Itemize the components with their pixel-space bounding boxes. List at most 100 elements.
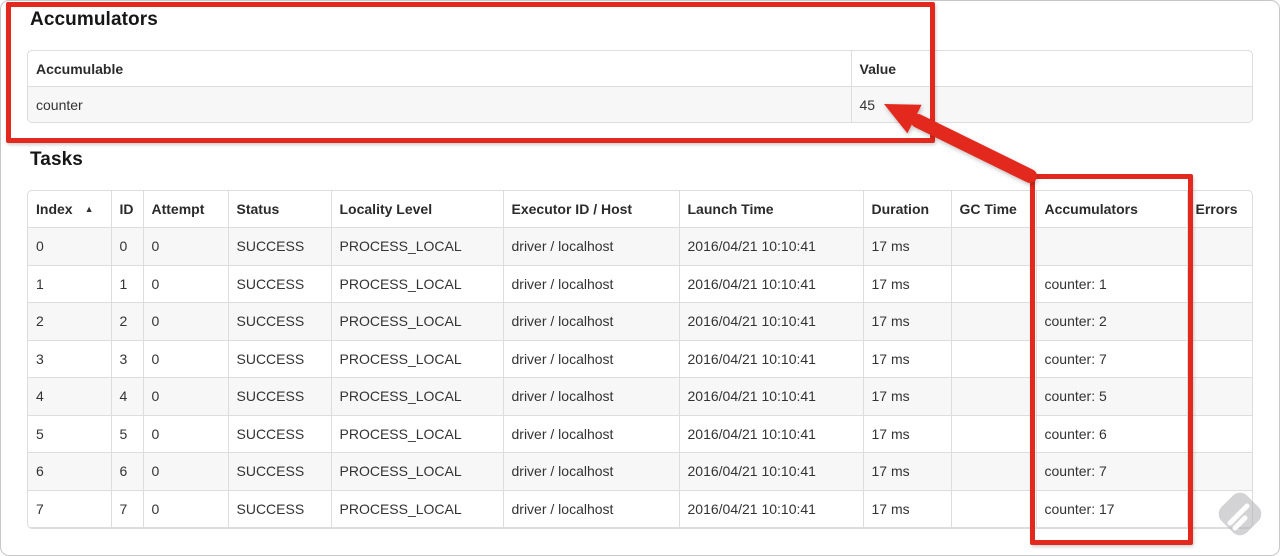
cell-attempt: 0: [143, 490, 229, 528]
cell-launch-time: 2016/04/21 10:10:41: [679, 452, 864, 491]
cell-attempt: 0: [143, 452, 229, 491]
cell-index: 1: [28, 265, 112, 303]
table-row: 7 7 0 SUCCESS PROCESS_LOCAL driver / loc…: [28, 490, 1252, 528]
column-header-duration[interactable]: Duration: [863, 191, 952, 228]
cell-duration: 17 ms: [863, 265, 952, 303]
column-header-errors[interactable]: Errors: [1187, 191, 1252, 228]
cell-errors: [1187, 377, 1252, 416]
cell-errors: [1187, 302, 1252, 341]
cell-locality-level: PROCESS_LOCAL: [331, 265, 504, 303]
cell-status: SUCCESS: [228, 265, 332, 303]
cell-errors: [1187, 265, 1252, 303]
cell-locality-level: PROCESS_LOCAL: [331, 415, 504, 453]
cell-locality-level: PROCESS_LOCAL: [331, 452, 504, 491]
cell-index: 6: [28, 452, 112, 491]
cell-status: SUCCESS: [228, 490, 332, 528]
column-header-value[interactable]: Value: [851, 51, 1252, 87]
column-header-status[interactable]: Status: [228, 191, 332, 228]
cell-status: SUCCESS: [228, 377, 332, 416]
cell-locality-level: PROCESS_LOCAL: [331, 302, 504, 341]
tasks-table: Index ▲ ID Attempt Status Locality Level …: [27, 190, 1253, 529]
cell-accumulable-name: counter: [28, 86, 852, 122]
table-row: 4 4 0 SUCCESS PROCESS_LOCAL driver / loc…: [28, 377, 1252, 416]
cell-gc-time: [951, 340, 1037, 378]
cell-index: 0: [28, 227, 112, 266]
accumulators-table: Accumulable Value counter 45: [27, 50, 1253, 123]
cell-accumulators: counter: 2: [1036, 302, 1188, 341]
cell-id: 5: [111, 415, 144, 453]
column-header-index[interactable]: Index ▲: [28, 191, 112, 228]
cell-accumulators: counter: 6: [1036, 415, 1188, 453]
cell-executor-id-host: driver / localhost: [503, 265, 680, 303]
cell-launch-time: 2016/04/21 10:10:41: [679, 490, 864, 528]
cell-accumulable-value: 45: [851, 86, 1252, 122]
cell-accumulators: counter: 7: [1036, 340, 1188, 378]
cell-duration: 17 ms: [863, 302, 952, 341]
accumulators-header-row: Accumulable Value: [28, 51, 1252, 87]
table-row: 3 3 0 SUCCESS PROCESS_LOCAL driver / loc…: [28, 340, 1252, 378]
cell-errors: [1187, 452, 1252, 491]
cell-executor-id-host: driver / localhost: [503, 377, 680, 416]
cell-executor-id-host: driver / localhost: [503, 227, 680, 266]
table-row: 6 6 0 SUCCESS PROCESS_LOCAL driver / loc…: [28, 452, 1252, 491]
column-header-attempt[interactable]: Attempt: [143, 191, 229, 228]
column-header-accumulable[interactable]: Accumulable: [28, 51, 852, 87]
cell-status: SUCCESS: [228, 340, 332, 378]
column-header-index-label: Index: [36, 201, 73, 217]
cell-status: SUCCESS: [228, 227, 332, 266]
cell-status: SUCCESS: [228, 452, 332, 491]
cell-id: 0: [111, 227, 144, 266]
cell-accumulators: [1036, 227, 1188, 266]
cell-duration: 17 ms: [863, 490, 952, 528]
column-header-executor-id-host[interactable]: Executor ID / Host: [503, 191, 680, 228]
cell-executor-id-host: driver / localhost: [503, 340, 680, 378]
cell-launch-time: 2016/04/21 10:10:41: [679, 377, 864, 416]
cell-gc-time: [951, 377, 1037, 416]
cell-gc-time: [951, 452, 1037, 491]
sort-ascending-icon: ▲: [84, 204, 94, 214]
cell-duration: 17 ms: [863, 340, 952, 378]
column-header-locality-level[interactable]: Locality Level: [331, 191, 504, 228]
cell-launch-time: 2016/04/21 10:10:41: [679, 302, 864, 341]
cell-accumulators: counter: 7: [1036, 452, 1188, 491]
column-header-accumulators[interactable]: Accumulators: [1036, 191, 1188, 228]
cell-gc-time: [951, 415, 1037, 453]
cell-index: 2: [28, 302, 112, 341]
cell-gc-time: [951, 490, 1037, 528]
cell-gc-time: [951, 302, 1037, 341]
accumulator-row: counter 45: [28, 86, 1252, 122]
cell-attempt: 0: [143, 302, 229, 341]
table-row: 2 2 0 SUCCESS PROCESS_LOCAL driver / loc…: [28, 302, 1252, 341]
accumulators-heading: Accumulators: [30, 9, 158, 30]
cell-status: SUCCESS: [228, 415, 332, 453]
cell-errors: [1187, 340, 1252, 378]
cell-locality-level: PROCESS_LOCAL: [331, 377, 504, 416]
cell-launch-time: 2016/04/21 10:10:41: [679, 415, 864, 453]
table-row: 5 5 0 SUCCESS PROCESS_LOCAL driver / loc…: [28, 415, 1252, 453]
cell-attempt: 0: [143, 340, 229, 378]
cell-id: 3: [111, 340, 144, 378]
cell-duration: 17 ms: [863, 415, 952, 453]
cell-executor-id-host: driver / localhost: [503, 415, 680, 453]
cell-accumulators: counter: 5: [1036, 377, 1188, 416]
cell-errors: [1187, 227, 1252, 266]
cell-index: 3: [28, 340, 112, 378]
cell-gc-time: [951, 265, 1037, 303]
cell-id: 7: [111, 490, 144, 528]
cell-locality-level: PROCESS_LOCAL: [331, 490, 504, 528]
tasks-heading: Tasks: [30, 149, 83, 170]
cell-index: 4: [28, 377, 112, 416]
cell-gc-time: [951, 227, 1037, 266]
cell-executor-id-host: driver / localhost: [503, 302, 680, 341]
cell-launch-time: 2016/04/21 10:10:41: [679, 340, 864, 378]
cell-executor-id-host: driver / localhost: [503, 490, 680, 528]
table-row: 1 1 0 SUCCESS PROCESS_LOCAL driver / loc…: [28, 265, 1252, 303]
column-header-gc-time[interactable]: GC Time: [951, 191, 1037, 228]
cell-duration: 17 ms: [863, 452, 952, 491]
cell-duration: 17 ms: [863, 377, 952, 416]
cell-duration: 17 ms: [863, 227, 952, 266]
cell-index: 7: [28, 490, 112, 528]
column-header-id[interactable]: ID: [111, 191, 144, 228]
column-header-launch-time[interactable]: Launch Time: [679, 191, 864, 228]
cell-launch-time: 2016/04/21 10:10:41: [679, 227, 864, 266]
